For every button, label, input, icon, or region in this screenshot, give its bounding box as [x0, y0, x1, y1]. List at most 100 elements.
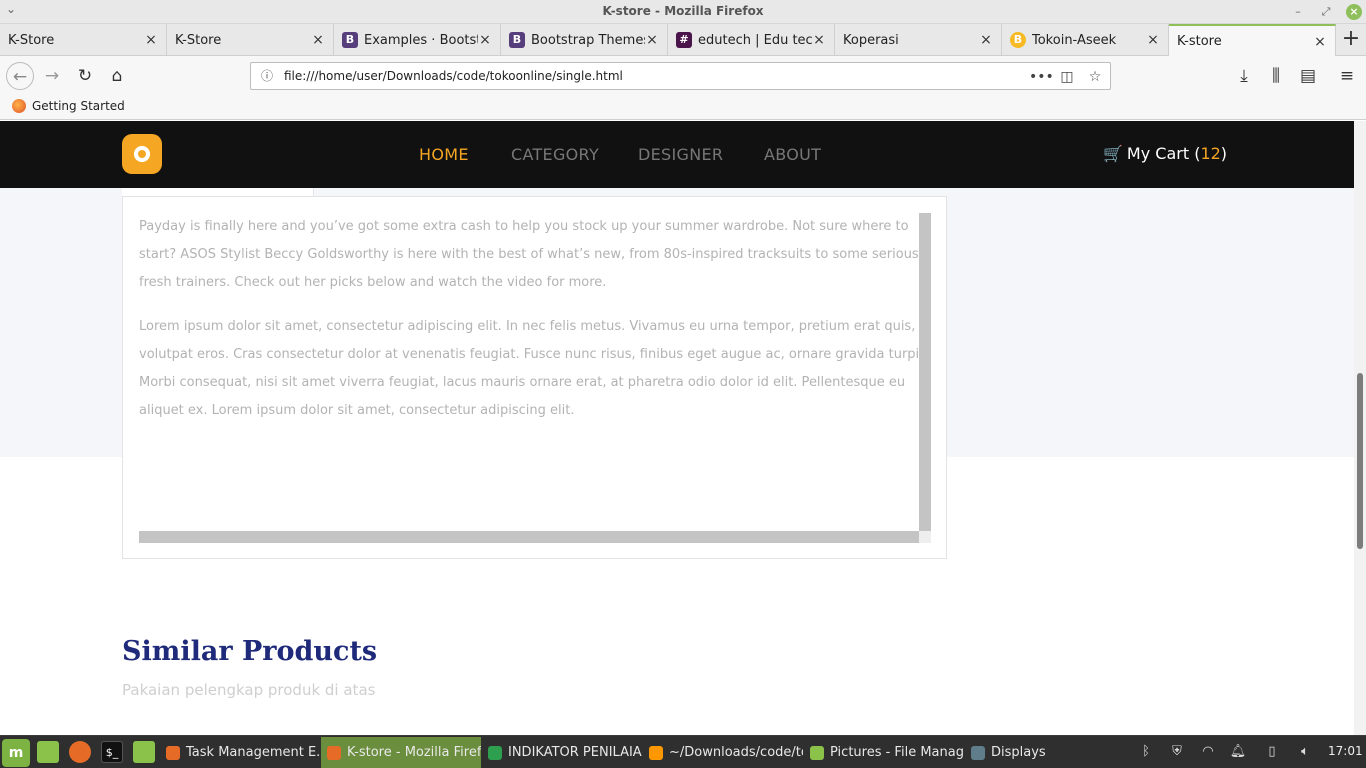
nav-designer[interactable]: DESIGNER — [638, 145, 723, 164]
bookmark-star-icon[interactable]: ☆ — [1085, 67, 1105, 87]
library-icon[interactable]: ⫼ — [1262, 62, 1290, 90]
browser-tab[interactable]: B Examples · Bootstr × — [334, 24, 501, 56]
window-titlebar: ⌄ K-store - Mozilla Firefox – ⤢ × — [0, 0, 1366, 24]
taskbar: m $_ Task Management E... K-store - Mozi… — [0, 735, 1366, 768]
firefox-icon — [166, 745, 180, 760]
menu-icon[interactable]: ≡ — [1333, 62, 1361, 90]
browser-tab[interactable]: K-Store × — [167, 24, 334, 56]
tab-strip: K-Store × K-Store × B Examples · Bootstr… — [0, 24, 1366, 57]
browser-tab[interactable]: # edutech | Edu tech × — [668, 24, 835, 56]
bootstrap-icon: B — [342, 32, 358, 48]
cart-icon: 🛒 — [1103, 144, 1123, 163]
taskbar-window-label: Pictures - File Manager — [830, 745, 964, 760]
terminal-icon[interactable]: $_ — [101, 741, 123, 763]
site-logo[interactable] — [122, 134, 162, 174]
tab-close-icon[interactable]: × — [1146, 32, 1160, 48]
bitcoin-icon: B — [1010, 32, 1026, 48]
my-cart-link[interactable]: 🛒 My Cart (12) — [1103, 144, 1227, 163]
close-window-icon[interactable]: × — [1346, 4, 1362, 20]
cart-label-close: ) — [1220, 144, 1228, 163]
bookmark-getting-started[interactable]: Getting Started — [12, 99, 125, 113]
file-manager-icon — [810, 745, 824, 760]
taskbar-window[interactable]: Pictures - File Manager — [804, 737, 964, 768]
page-viewport: HOME CATEGORY DESIGNER ABOUT 🛒 My Cart (… — [0, 121, 1354, 735]
taskbar-window[interactable]: Task Management E... — [160, 737, 320, 768]
tab-close-icon[interactable]: × — [478, 32, 492, 48]
minimize-icon[interactable]: – — [1290, 4, 1306, 20]
pocket-icon[interactable]: ◫ — [1057, 67, 1077, 87]
browser-tab-active[interactable]: K-store × — [1169, 24, 1336, 57]
page-scrollbar-thumb[interactable] — [1357, 373, 1363, 549]
window-title: K-store - Mozilla Firefox — [602, 4, 764, 18]
tab-label: Examples · Bootstr — [364, 32, 478, 48]
site-info-icon[interactable]: ⓘ — [259, 68, 275, 84]
downloads-icon[interactable]: ⤓ — [1230, 62, 1258, 90]
tab-close-icon[interactable]: × — [144, 32, 158, 48]
mint-menu-icon[interactable]: m — [2, 739, 30, 767]
tab-label: Bootstrap Themes — [531, 32, 645, 48]
sublime-text-icon — [649, 745, 663, 760]
files-icon[interactable] — [133, 741, 155, 763]
tab-close-icon[interactable]: × — [979, 32, 993, 48]
bookmarks-toolbar: Getting Started — [0, 96, 1366, 120]
scrollbar-corner — [919, 531, 931, 543]
home-icon[interactable]: ⌂ — [103, 62, 131, 90]
bluetooth-icon[interactable]: ᛒ — [1136, 742, 1156, 762]
page-scrollbar[interactable] — [1354, 121, 1366, 735]
url-bar[interactable]: ⓘ file:///home/user/Downloads/code/tokoo… — [250, 62, 1111, 90]
description-paragraph: Lorem ipsum dolor sit amet, consectetur … — [139, 319, 931, 418]
show-desktop-icon[interactable] — [37, 741, 59, 763]
description-card: Payday is finally here and you’ve got so… — [122, 196, 947, 559]
taskbar-window-label: Displays — [991, 745, 1046, 760]
firefox-icon — [327, 745, 341, 760]
sidebar-icon[interactable]: ▤ — [1294, 62, 1322, 90]
volume-icon[interactable]: 🔈︎ — [1295, 742, 1315, 762]
firefox-launcher-icon[interactable] — [69, 741, 91, 763]
description-text: Payday is finally here and you’ve got so… — [139, 213, 931, 441]
reload-icon[interactable]: ↻ — [71, 62, 99, 90]
similar-products-subtitle: Pakaian pelengkap produk di atas — [122, 681, 376, 699]
tab-label: Koperasi — [843, 32, 899, 48]
url-text[interactable]: file:///home/user/Downloads/code/tokoonl… — [284, 69, 623, 83]
description-scroll-area[interactable]: Payday is finally here and you’ve got so… — [139, 213, 931, 543]
tab-label: edutech | Edu tech — [698, 32, 812, 48]
tab-close-icon[interactable]: × — [311, 32, 325, 48]
battery-icon[interactable]: ▯ — [1262, 742, 1282, 762]
new-tab-icon[interactable]: + — [1336, 24, 1366, 56]
vertical-scrollbar[interactable] — [919, 213, 931, 531]
cart-count: 12 — [1200, 144, 1221, 163]
tab-close-icon[interactable]: × — [645, 32, 659, 48]
tab-label: K-store — [1177, 34, 1222, 49]
horizontal-scrollbar[interactable] — [139, 531, 919, 543]
browser-tab[interactable]: K-Store × — [0, 24, 167, 56]
navigation-toolbar: ← → ↻ ⌂ ⓘ file:///home/user/Downloads/co… — [0, 56, 1366, 96]
taskbar-window[interactable]: INDIKATOR PENILAIA... — [482, 737, 642, 768]
bootstrap-icon: B — [509, 32, 525, 48]
back-icon[interactable]: ← — [6, 62, 34, 90]
nav-home[interactable]: HOME — [419, 145, 469, 164]
nav-about[interactable]: ABOUT — [764, 145, 821, 164]
browser-tab[interactable]: B Bootstrap Themes × — [501, 24, 668, 56]
similar-products-title: Similar Products — [122, 636, 378, 667]
tab-label: K-Store — [8, 32, 55, 48]
spreadsheet-icon — [488, 745, 502, 760]
browser-tab[interactable]: B Tokoin-Aseek × — [1002, 24, 1169, 56]
notifications-icon[interactable]: 🔔︎ — [1228, 742, 1248, 762]
taskbar-window[interactable]: ~/Downloads/code/to... — [643, 737, 803, 768]
wifi-icon[interactable]: ◠ — [1198, 742, 1218, 762]
clock[interactable]: 17:01 — [1328, 744, 1363, 758]
firefox-icon — [12, 99, 26, 113]
tab-close-icon[interactable]: × — [1313, 34, 1327, 50]
tab-close-icon[interactable]: × — [812, 32, 826, 48]
taskbar-window-active[interactable]: K-store - Mozilla Firef... — [321, 737, 481, 768]
forward-icon[interactable]: → — [38, 62, 66, 90]
taskbar-window[interactable]: Displays — [965, 737, 1085, 768]
nav-category[interactable]: CATEGORY — [511, 145, 599, 164]
taskbar-window-label: K-store - Mozilla Firef... — [347, 745, 481, 760]
browser-tab[interactable]: Koperasi × — [835, 24, 1002, 56]
page-actions-icon[interactable]: ••• — [1029, 67, 1054, 87]
update-shield-icon[interactable]: ⛨ — [1167, 742, 1187, 762]
displays-icon — [971, 745, 985, 760]
cart-label: My Cart ( — [1126, 144, 1201, 163]
restore-icon[interactable]: ⤢ — [1318, 4, 1334, 20]
